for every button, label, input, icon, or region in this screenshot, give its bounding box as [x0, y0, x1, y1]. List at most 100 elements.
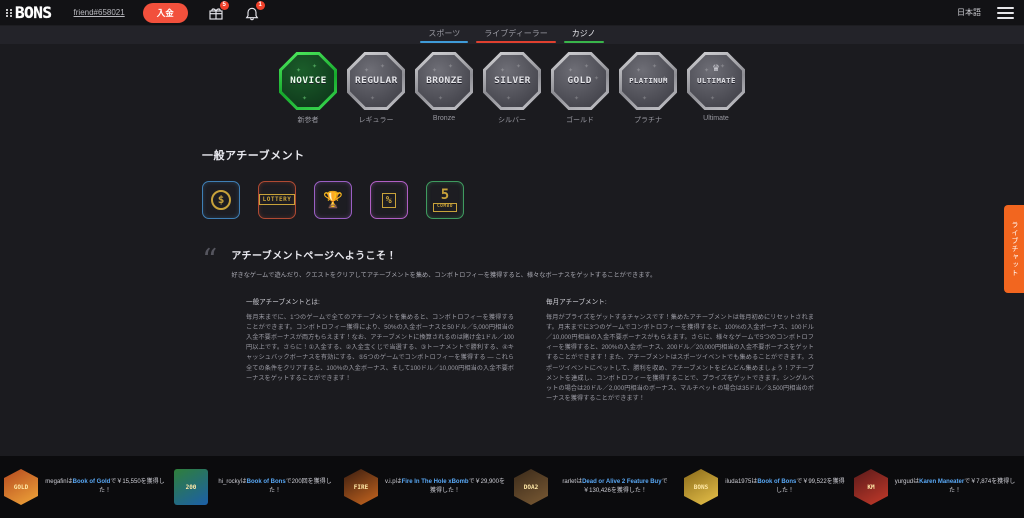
- rank-octagon-icon: ✦ ✦ ✦ ✦ ✦ GOLD: [551, 52, 609, 110]
- sparkle-icon: ✦: [720, 64, 726, 70]
- winner-text: iluda1975はBook of Bonsで￥99,522を獲得した！: [724, 478, 846, 497]
- winner-game-name[interactable]: Fire In The Hole xBomb: [402, 479, 469, 485]
- winner-username: iluda1975は: [725, 478, 758, 485]
- sparkle-icon: ✦: [594, 76, 600, 82]
- rank-badge-gold[interactable]: ✦ ✦ ✦ ✦ ✦ GOLD ゴールド: [549, 52, 611, 125]
- nav-tab-0[interactable]: スポーツ: [416, 26, 472, 43]
- rank-badge-ultimate[interactable]: ✦ ✦ ✦ ✦ ✦ ♛ ULTIMATE Ultimate: [685, 52, 747, 125]
- achievement-glyph-icon: 🏆: [323, 190, 343, 210]
- rank-badge-novice[interactable]: ✦ ✦ ✦ ✦ ✦ NOVICE 新参者: [277, 52, 339, 125]
- rank-octagon-inner: ✦ ✦ ✦ ✦ ✦ NOVICE: [282, 55, 334, 107]
- rank-badge-text: REGULAR: [354, 76, 398, 86]
- friend-id-link[interactable]: friend#658021: [74, 8, 125, 17]
- winner-item[interactable]: GOLD megafinはBook of Goldで￥15,550を獲得した！: [0, 469, 170, 505]
- gift-icon[interactable]: 5: [208, 0, 229, 21]
- gift-badge: 5: [219, 0, 229, 10]
- deposit-achievement[interactable]: $: [202, 181, 240, 219]
- rank-name-label: レギュラー: [358, 117, 394, 124]
- sparkle-icon: ✦: [506, 96, 512, 102]
- sparkle-icon: ✦: [302, 96, 308, 102]
- nav-tab-1[interactable]: ライブディーラー: [472, 26, 559, 43]
- rank-name-label: Ultimate: [703, 115, 729, 122]
- rank-octagon-inner: ✦ ✦ ✦ ✦ ✦ GOLD: [554, 55, 606, 107]
- winner-game-name[interactable]: Book of Bons: [247, 479, 286, 485]
- achievements-section-title: 一般アチーブメント: [202, 150, 305, 162]
- topbar-right-group: 日本語: [957, 4, 1024, 22]
- rank-badge-text: BRONZE: [425, 76, 463, 86]
- winner-game-thumbnail: KM: [854, 469, 888, 505]
- rank-octagon-inner: ✦ ✦ ✦ ✦ ✦ BRONZE: [418, 55, 470, 107]
- combo-achievement[interactable]: 5 COMBO: [426, 181, 464, 219]
- info-column-heading: 毎月アチーブメント:: [546, 299, 607, 307]
- live-chat-tab[interactable]: ライブチャット: [1004, 205, 1024, 293]
- winner-item[interactable]: 200 hi_rockyはBook of Bonsで200回を獲得した！: [170, 469, 340, 505]
- bons-logo[interactable]: BONS: [6, 3, 52, 22]
- rank-badge-regular[interactable]: ✦ ✦ ✦ ✦ ✦ REGULAR レギュラー: [345, 52, 407, 125]
- sparkle-icon: ✦: [364, 68, 370, 74]
- achievement-glyph-icon: %: [381, 192, 397, 208]
- rank-badge-silver[interactable]: ✦ ✦ ✦ ✦ ✦ SILVER シルバー: [481, 52, 543, 125]
- hamburger-menu-icon[interactable]: [997, 4, 1014, 22]
- winner-item[interactable]: BONS iluda1975はBook of Bonsで￥99,522を獲得した！: [680, 469, 850, 505]
- sparkle-icon: ✦: [598, 100, 604, 106]
- info-columns: 一般アチーブメントとは: 毎月末までに、1つのゲームで全てのアチーブメントを集める…: [202, 296, 822, 403]
- tournament-achievement[interactable]: 🏆: [314, 181, 352, 219]
- bell-icon[interactable]: 1: [244, 0, 265, 21]
- winner-item[interactable]: FIRE v.i.pはFire In The Hole xBombで￥29,900…: [340, 469, 510, 505]
- intro-subtitle: 好きなゲームで遊んだり、クエストをクリアしてアチーブメントを集め、コンボトロフィ…: [231, 272, 657, 279]
- winner-username: yurgudは: [894, 478, 920, 485]
- nav-tab-label: カジノ: [571, 29, 596, 38]
- winner-game-thumbnail: BONS: [684, 469, 718, 505]
- sparkle-icon: ✦: [734, 100, 740, 106]
- rank-octagon-icon: ✦ ✦ ✦ ✦ ✦ REGULAR: [347, 52, 405, 110]
- sparkle-icon: ✦: [380, 64, 386, 70]
- rank-badge-text: SILVER: [493, 76, 531, 86]
- bell-badge: 1: [255, 0, 265, 10]
- winner-game-name[interactable]: Book of Gold: [73, 479, 111, 485]
- winner-game-name[interactable]: Book of Bons: [757, 479, 796, 485]
- rank-name-label: プラチナ: [634, 117, 662, 124]
- winner-text: hi_rockyはBook of Bonsで200回を獲得した！: [214, 478, 336, 497]
- rank-badge-text: GOLD: [567, 76, 593, 86]
- winner-game-thumbnail: GOLD: [4, 469, 38, 505]
- winner-item[interactable]: KM yurgudはKaren Maneaterで￥7,874を獲得した！: [850, 469, 1020, 505]
- sparkle-icon: ✦: [574, 96, 580, 102]
- rank-octagon-icon: ✦ ✦ ✦ ✦ ✦ PLATINUM: [619, 52, 677, 110]
- lottery-achievement[interactable]: LOTTERY: [258, 181, 296, 219]
- live-chat-label: ライブチャット: [1011, 221, 1018, 277]
- rank-octagon-icon: ✦ ✦ ✦ ✦ ✦ ♛ ULTIMATE: [687, 52, 745, 110]
- rank-octagon-inner: ✦ ✦ ✦ ✦ ✦ REGULAR: [350, 55, 402, 107]
- rank-name-label: ゴールド: [566, 117, 594, 124]
- primary-nav-tabs: スポーツ ライブディーラー カジノ: [0, 26, 1024, 44]
- deposit-button[interactable]: 入金: [142, 2, 188, 23]
- cashback-achievement[interactable]: %: [370, 181, 408, 219]
- info-column-body: 毎月がプライズをゲットするチャンスです！集めたアチーブメントは毎月初めにリセット…: [546, 314, 814, 402]
- top-bar: BONS friend#658021 入金 5 1 日本語: [0, 0, 1024, 26]
- sparkle-icon: ✦: [652, 64, 658, 70]
- rank-octagon-icon: ✦ ✦ ✦ ✦ ✦ NOVICE: [279, 52, 337, 110]
- nav-tab-2[interactable]: カジノ: [560, 26, 608, 43]
- rank-badge-text: NOVICE: [289, 76, 327, 86]
- sparkle-icon: ✦: [584, 64, 590, 70]
- rank-badge-bronze[interactable]: ✦ ✦ ✦ ✦ ✦ BRONZE Bronze: [413, 52, 475, 125]
- winner-text: rarletはDead or Alive 2 Feature Buyで￥130,…: [554, 478, 676, 497]
- rank-octagon-icon: ✦ ✦ ✦ ✦ ✦ BRONZE: [415, 52, 473, 110]
- sparkle-icon: ✦: [462, 100, 468, 106]
- intro-title: アチーブメントページへようこそ！: [231, 251, 397, 262]
- winner-game-thumbnail: FIRE: [344, 469, 378, 505]
- rank-name-label: Bronze: [432, 115, 456, 122]
- winner-item[interactable]: DOA2 rarletはDead or Alive 2 Feature Buyで￥…: [510, 469, 680, 505]
- quote-mark-icon: “: [202, 243, 218, 278]
- sparkle-icon: ✦: [710, 96, 716, 102]
- winner-game-name[interactable]: Dead or Alive 2 Feature Buy: [582, 479, 661, 485]
- info-column-heading: 一般アチーブメントとは:: [246, 299, 320, 307]
- sparkle-icon: ✦: [432, 68, 438, 74]
- winner-text: megafinはBook of Goldで￥15,550を獲得した！: [44, 478, 166, 497]
- winner-game-thumbnail: 200: [174, 469, 208, 505]
- winner-game-thumbnail: DOA2: [514, 469, 548, 505]
- winner-username: megafinは: [45, 478, 73, 485]
- language-selector[interactable]: 日本語: [957, 7, 981, 18]
- rank-badge-platinum[interactable]: ✦ ✦ ✦ ✦ ✦ PLATINUM プラチナ: [617, 52, 679, 125]
- winner-game-name[interactable]: Karen Maneater: [919, 479, 964, 485]
- sparkle-icon: ✦: [642, 96, 648, 102]
